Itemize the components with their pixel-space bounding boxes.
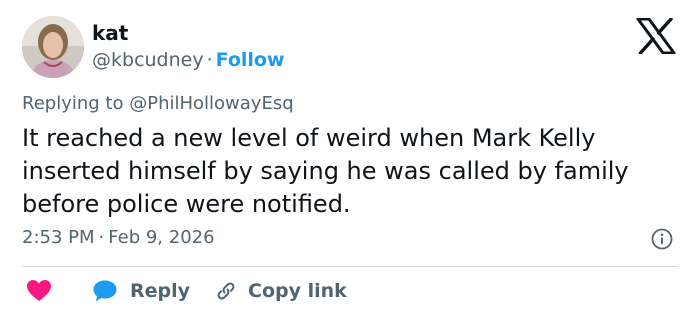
like-button[interactable] [26,276,52,306]
user-handle[interactable]: @kbcudney [92,49,204,71]
reply-mention-link[interactable]: @PhilHollowayEsq [129,93,293,114]
heart-icon [27,280,51,301]
separator-dot: · [206,49,213,71]
reply-button[interactable]: Reply [92,276,190,306]
tweet-text: It reached a new level of weird when Mar… [22,124,629,218]
separator-dot: · [98,227,105,248]
profile-photo [22,16,84,78]
copy-link-button[interactable]: Copy link [214,276,347,306]
info-icon[interactable] [651,228,673,250]
handle-row: @kbcudney · Follow [92,48,285,72]
reply-label: Reply [130,280,191,302]
follow-button[interactable]: Follow [216,49,285,71]
copy-link-label: Copy link [248,280,347,302]
divider [22,266,678,267]
avatar[interactable] [22,16,84,78]
speech-bubble-icon [93,280,117,302]
tweet-time[interactable]: 2:53 PM [22,227,95,248]
display-name[interactable]: kat [92,20,128,46]
link-icon [217,282,235,300]
tweet-card: kat @kbcudney · Follow Replying to @PhilHo… [0,0,700,318]
x-logo-icon[interactable] [636,17,676,55]
reply-context: Replying to @PhilHollowayEsq [22,92,294,116]
timestamp-row[interactable]: 2:53 PM · Feb 9, 2026 [22,226,215,250]
tweet-date[interactable]: Feb 9, 2026 [108,227,214,248]
reply-context-prefix: Replying to [22,93,124,114]
